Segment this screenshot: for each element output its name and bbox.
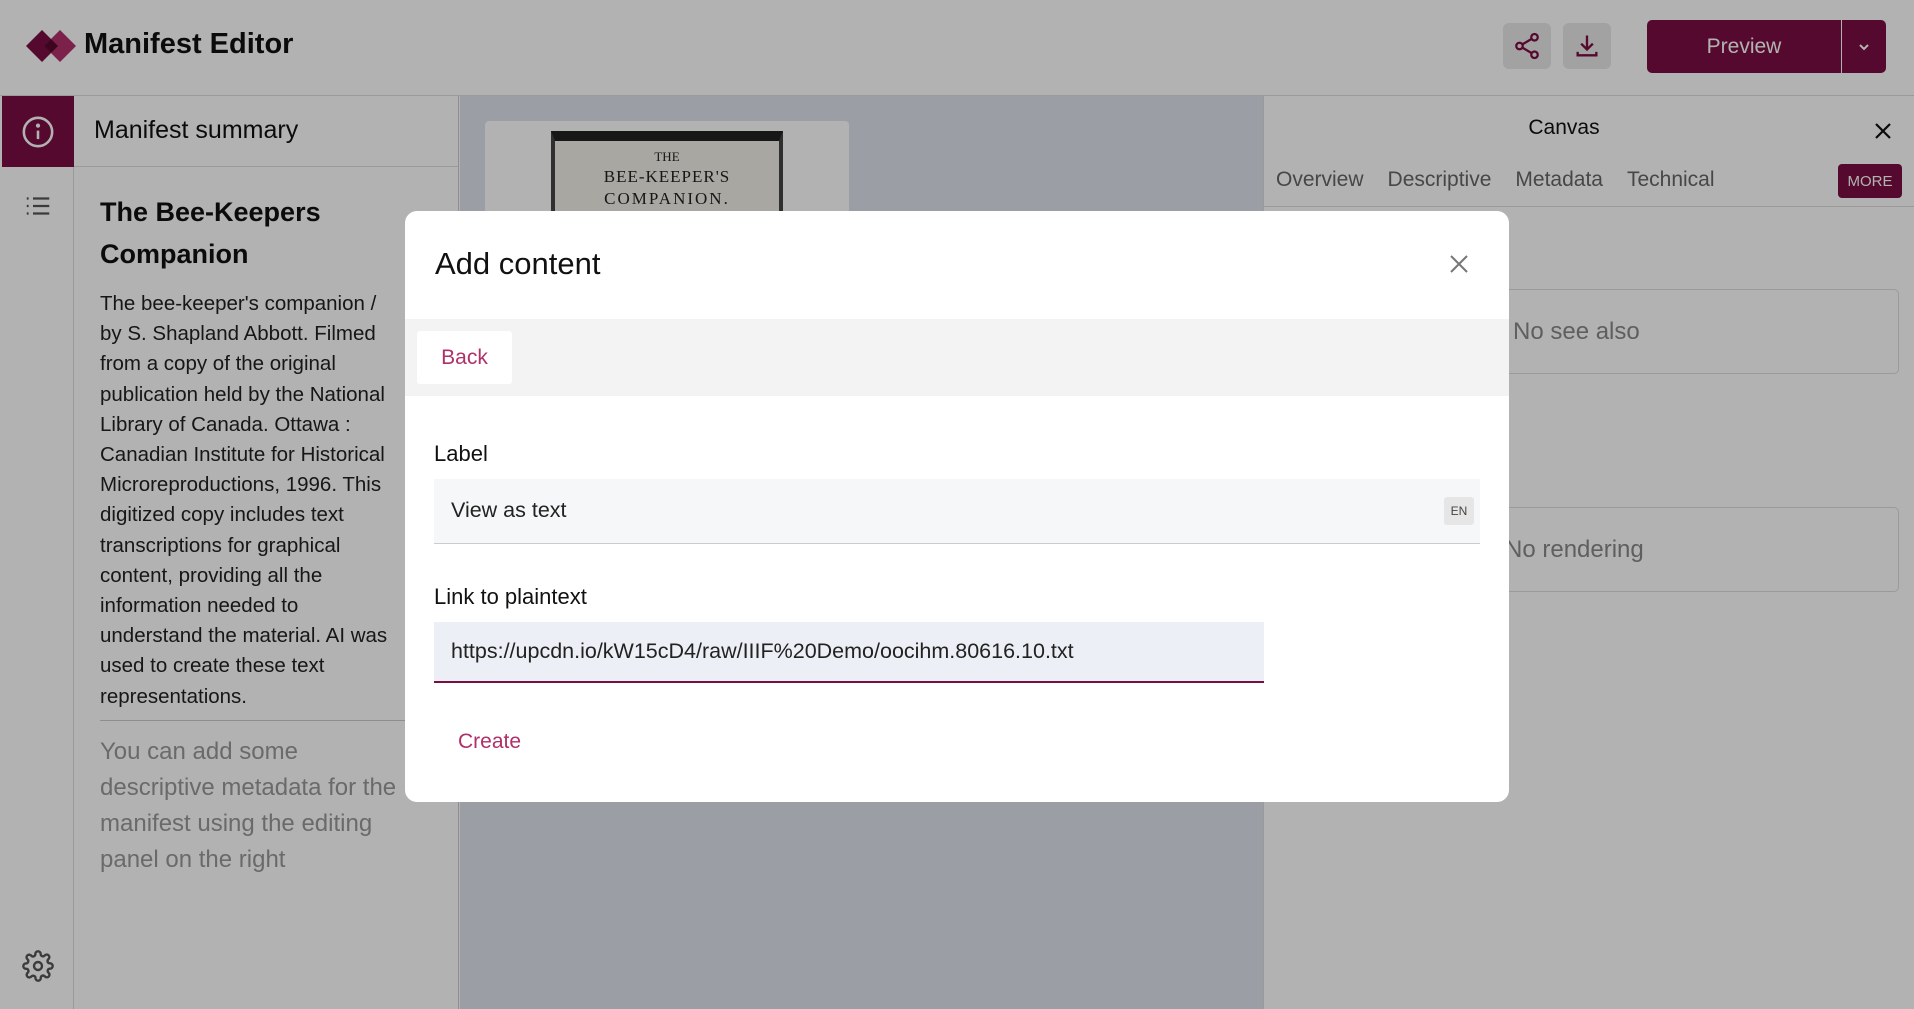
dialog-title: Add content <box>435 246 601 281</box>
link-field <box>434 622 1264 683</box>
back-button[interactable]: Back <box>417 331 512 384</box>
label-field: EN <box>434 479 1480 544</box>
close-icon <box>1450 255 1468 273</box>
language-badge[interactable]: EN <box>1444 497 1474 525</box>
label-field-label: Label <box>434 441 488 466</box>
dialog-toolbar: Back <box>405 319 1509 396</box>
link-field-label: Link to plaintext <box>434 584 587 609</box>
plaintext-link-input[interactable] <box>434 622 1254 681</box>
create-button[interactable]: Create <box>434 717 544 767</box>
add-content-dialog: Add content Back Label EN Link to plaint… <box>405 211 1509 802</box>
label-input[interactable] <box>434 479 1414 542</box>
dialog-close-button[interactable] <box>1441 246 1477 282</box>
